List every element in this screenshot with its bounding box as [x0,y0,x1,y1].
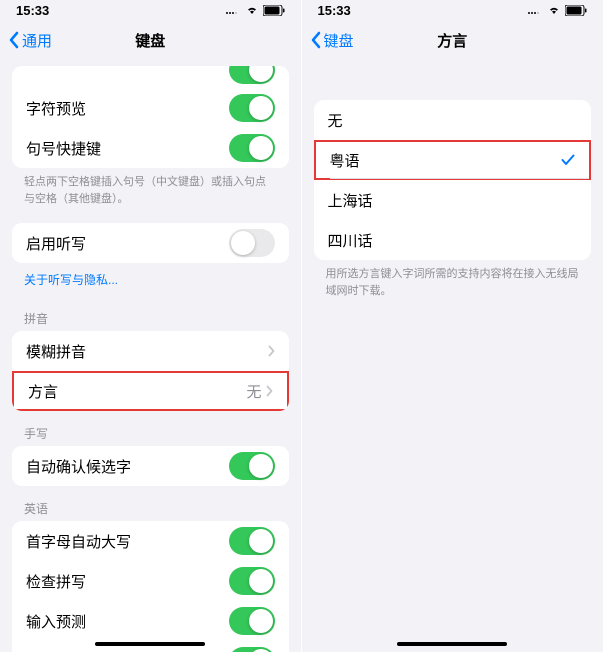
status-bar: 15:33 [302,0,603,20]
page-title: 键盘 [135,30,165,51]
signal-icon [527,5,543,15]
label: 四川话 [328,230,578,251]
option-shanghai[interactable]: 上海话 [314,180,592,220]
toggle[interactable] [229,527,275,555]
toggle[interactable] [229,94,275,122]
page-title: 方言 [437,30,467,51]
status-indicators [225,5,285,16]
label: 启用听写 [26,233,229,254]
check-icon [561,154,575,166]
footer-download: 用所选方言键入字词所需的支持内容将在接入无线局域网时下载。 [302,260,603,305]
status-time: 15:33 [16,3,49,18]
label: 模糊拼音 [26,341,268,362]
battery-icon [565,5,587,16]
status-indicators [527,5,587,16]
chevron-left-icon [8,31,20,49]
row-predictive[interactable]: 输入预测 [12,601,289,641]
toggle[interactable] [229,66,275,84]
row-auto-caps[interactable]: 首字母自动大写 [12,521,289,561]
home-indicator [95,642,205,646]
row-char-preview[interactable]: 字符预览 [12,88,289,128]
toggle[interactable] [229,647,275,652]
footer-period: 轻点两下空格键插入句号（中文键盘）或插入句点与空格（其他键盘）。 [0,168,301,213]
wifi-icon [245,5,259,15]
back-label: 通用 [22,30,52,51]
status-time: 15:33 [318,3,351,18]
section-pinyin: 拼音 [0,296,301,331]
back-button[interactable]: 通用 [8,30,52,51]
row-period-shortcut[interactable]: 句号快捷键 [12,128,289,168]
row-dialect[interactable]: 方言 无 [12,371,289,411]
section-handwrite: 手写 [0,411,301,446]
chevron-left-icon [310,31,322,49]
row-partial-cutoff [12,66,289,88]
back-button[interactable]: 键盘 [310,30,354,51]
label: 自动确认候选字 [26,456,229,477]
chevron-right-icon [266,385,273,397]
nav-bar: 键盘 方言 [302,20,603,60]
nav-bar: 通用 键盘 [0,20,301,60]
toggle[interactable] [229,607,275,635]
row-enable-dictation[interactable]: 启用听写 [12,223,289,263]
toggle[interactable] [229,567,275,595]
home-indicator [397,642,507,646]
row-check-spell[interactable]: 检查拼写 [12,561,289,601]
label: 检查拼写 [26,571,229,592]
toggle[interactable] [229,452,275,480]
value: 无 [246,381,261,402]
label: 无 [328,110,578,131]
label: 粤语 [330,150,562,171]
link-dictation-privacy[interactable]: 关于听写与隐私... [0,263,301,296]
label: 句号快捷键 [26,138,229,159]
toggle[interactable] [229,229,275,257]
row-fuzzy-pinyin[interactable]: 模糊拼音 [12,331,289,371]
label: 上海话 [328,190,578,211]
option-cantonese[interactable]: 粤语 [314,140,592,180]
label: 方言 [28,381,246,402]
back-label: 键盘 [324,30,354,51]
option-sichuan[interactable]: 四川话 [314,220,592,260]
wifi-icon [547,5,561,15]
option-none[interactable]: 无 [314,100,592,140]
label: 输入预测 [26,611,229,632]
chevron-right-icon [268,345,275,357]
signal-icon [225,5,241,15]
status-bar: 15:33 [0,0,301,20]
label: 字符预览 [26,98,229,119]
toggle[interactable] [229,134,275,162]
row-auto-confirm[interactable]: 自动确认候选字 [12,446,289,486]
label: 首字母自动大写 [26,531,229,552]
section-english: 英语 [0,486,301,521]
battery-icon [263,5,285,16]
